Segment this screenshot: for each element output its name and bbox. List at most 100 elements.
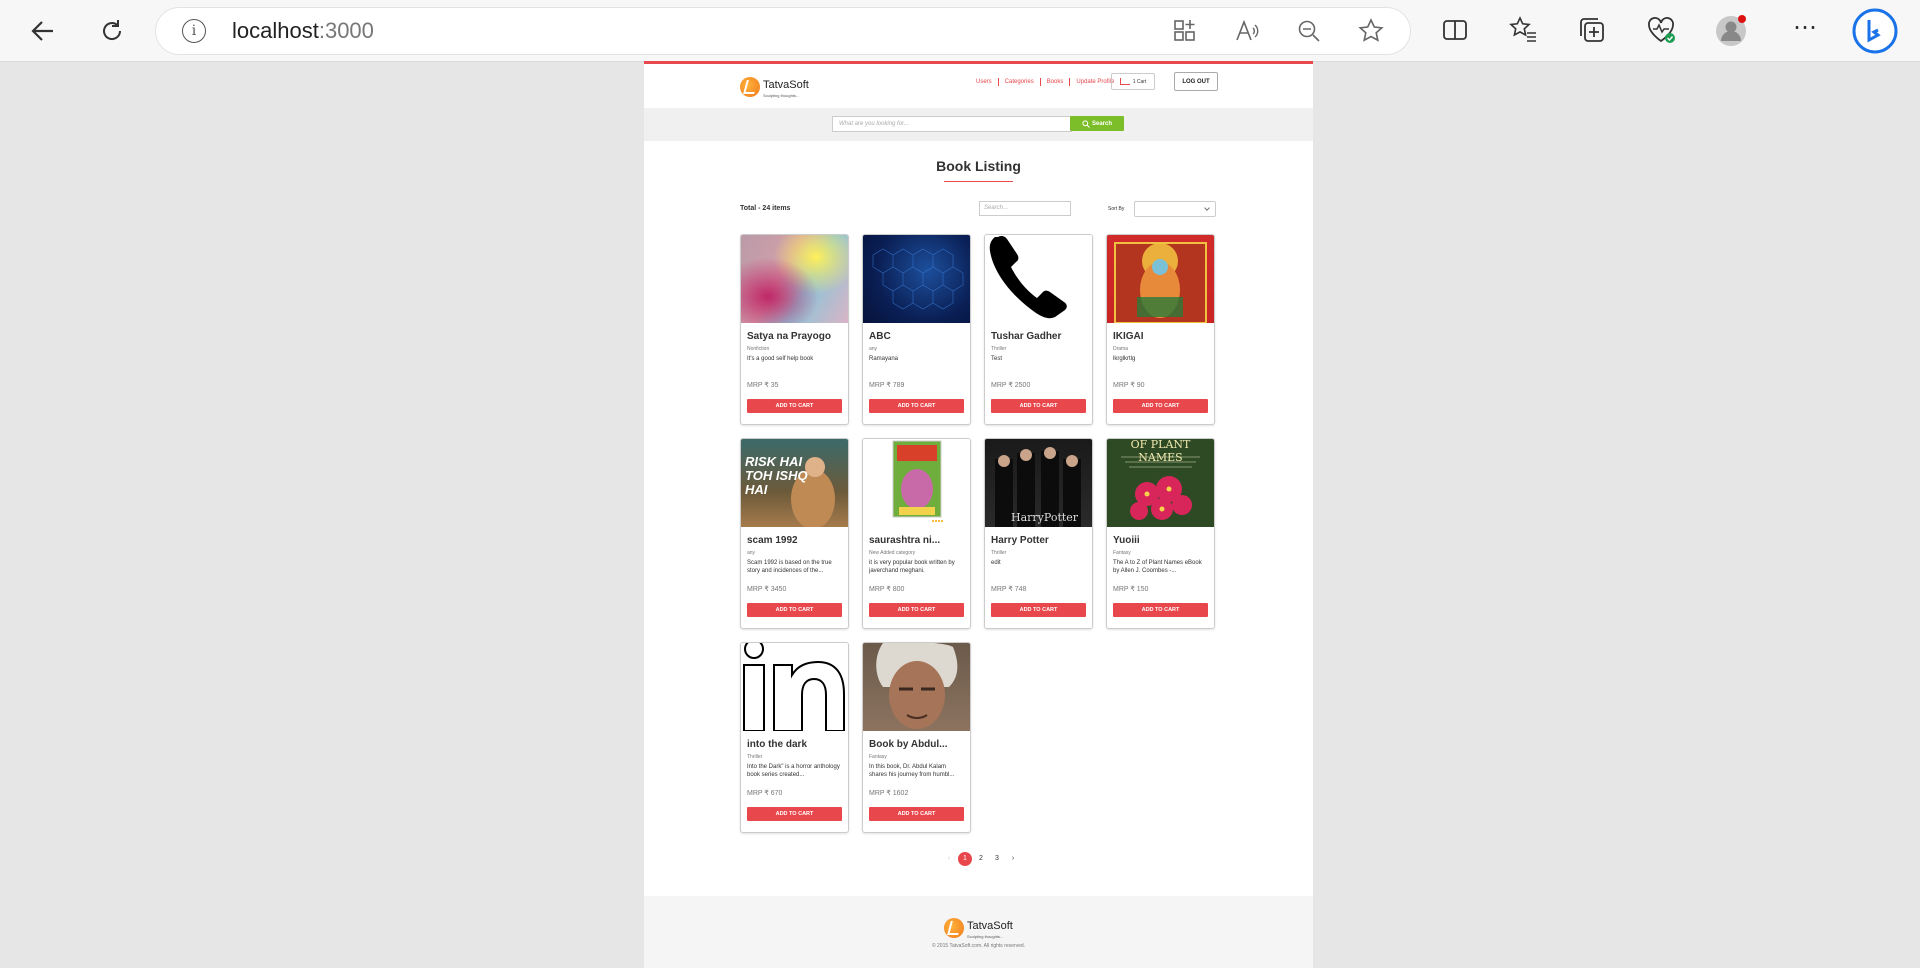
search-button-label: Search bbox=[1091, 120, 1112, 127]
browser-essentials-icon[interactable] bbox=[1645, 14, 1677, 46]
info-icon[interactable]: i bbox=[182, 19, 206, 43]
cart-icon bbox=[1119, 78, 1130, 85]
split-screen-icon[interactable] bbox=[1439, 14, 1471, 46]
bing-copilot-icon[interactable] bbox=[1852, 8, 1898, 54]
book-price: MRP ₹ 1602 bbox=[869, 790, 909, 797]
book-card: Book by Abdul... Fantasy In this book, D… bbox=[862, 642, 971, 833]
nav-users[interactable]: Users bbox=[970, 78, 999, 86]
book-title[interactable]: ABC bbox=[869, 331, 966, 342]
book-card: RISK HAI TOH ISHQ HAI scam 1992 any Scam… bbox=[740, 438, 849, 629]
nav-categories[interactable]: Categories bbox=[999, 78, 1041, 86]
footer-logo[interactable]: TatvaSoft Sculpting thoughts... bbox=[944, 916, 1013, 939]
read-aloud-icon[interactable] bbox=[1234, 18, 1260, 44]
book-title[interactable]: Satya na Prayogo bbox=[747, 331, 844, 342]
favorite-star-icon[interactable] bbox=[1358, 18, 1384, 44]
book-card: OF PLANT NAMES Yuoiii Fantasy The A to Z… bbox=[1106, 438, 1215, 629]
book-description: edit bbox=[991, 560, 1001, 566]
add-to-cart-button[interactable]: ADD TO CART bbox=[1113, 603, 1208, 617]
search-input[interactable]: What are you looking for... bbox=[832, 116, 1072, 132]
book-category: Thriller bbox=[991, 346, 1007, 352]
book-cover-image: HarryPotter bbox=[985, 439, 1092, 527]
site-header: TatvaSoft Sculpting thoughts... Users Ca… bbox=[644, 64, 1313, 108]
page-2-button[interactable]: 2 bbox=[974, 852, 988, 866]
add-to-cart-button[interactable]: ADD TO CART bbox=[747, 807, 842, 821]
book-card: IKIGAI Drama lkrglkrtlg MRP ₹ 90 ADD TO … bbox=[1106, 234, 1215, 425]
profile-avatar-icon[interactable] bbox=[1714, 14, 1746, 46]
book-cover-image: RISK HAI TOH ISHQ HAI bbox=[741, 439, 848, 527]
book-description: Ramayana bbox=[869, 356, 899, 362]
book-category: any bbox=[747, 550, 756, 556]
book-cover-image bbox=[863, 235, 970, 323]
listing-search-input[interactable]: Search... bbox=[979, 201, 1071, 216]
book-title[interactable]: into the dark bbox=[747, 739, 844, 750]
search-bar: What are you looking for... Search bbox=[644, 108, 1313, 141]
book-category: any bbox=[869, 346, 878, 352]
url-text[interactable]: localhost:3000 bbox=[232, 18, 374, 44]
cover-title-text: OF PLANT NAMES bbox=[1130, 439, 1191, 464]
site-logo[interactable]: TatvaSoft Sculpting thoughts... bbox=[740, 75, 809, 98]
add-to-cart-button[interactable]: ADD TO CART bbox=[747, 399, 842, 413]
logout-button[interactable]: LOG OUT bbox=[1174, 72, 1218, 91]
more-icon[interactable]: ⋯ bbox=[1789, 14, 1821, 46]
book-description: lkrglkrtlg bbox=[1113, 356, 1136, 362]
book-price: MRP ₹ 670 bbox=[747, 790, 783, 797]
book-cover-image bbox=[863, 439, 970, 527]
add-to-cart-button[interactable]: ADD TO CART bbox=[991, 399, 1086, 413]
book-category: Fantasy bbox=[869, 754, 887, 760]
page-1-button[interactable]: 1 bbox=[958, 852, 972, 866]
book-category: Fantasy bbox=[1113, 550, 1131, 556]
book-price: MRP ₹ 2500 bbox=[991, 382, 1031, 389]
book-title[interactable]: saurashtra ni... bbox=[869, 535, 966, 546]
add-to-cart-button[interactable]: ADD TO CART bbox=[747, 603, 842, 617]
book-description: It's a good self help book bbox=[747, 356, 814, 362]
book-price: MRP ₹ 3450 bbox=[747, 586, 787, 593]
book-cover-image bbox=[741, 235, 848, 323]
main-nav: Users Categories Books Update Profile bbox=[970, 78, 1120, 86]
book-card: Tushar Gadher Thriller Test MRP ₹ 2500 A… bbox=[984, 234, 1093, 425]
logo-icon bbox=[944, 917, 964, 938]
book-title[interactable]: scam 1992 bbox=[747, 535, 844, 546]
book-title[interactable]: Yuoiii bbox=[1113, 535, 1210, 546]
search-button[interactable]: Search bbox=[1070, 116, 1124, 131]
prev-page-button[interactable]: ‹ bbox=[942, 852, 956, 866]
next-page-button[interactable]: › bbox=[1006, 852, 1020, 866]
book-category: New Added category bbox=[869, 550, 916, 556]
cover-title-text: RISK HAI TOH ISHQ HAI bbox=[745, 454, 808, 497]
sort-select[interactable] bbox=[1134, 201, 1216, 217]
book-cover-image: OF PLANT NAMES bbox=[1107, 439, 1214, 527]
add-to-cart-button[interactable]: ADD TO CART bbox=[869, 399, 964, 413]
page-3-button[interactable]: 3 bbox=[990, 852, 1004, 866]
apps-icon[interactable] bbox=[1172, 18, 1198, 44]
back-icon[interactable] bbox=[24, 12, 62, 50]
add-to-cart-button[interactable]: ADD TO CART bbox=[869, 807, 964, 821]
book-description: Into the Dark" is a horror anthology boo… bbox=[747, 764, 840, 778]
book-category: Drama bbox=[1113, 346, 1129, 352]
copyright-text: © 2015 TatvaSoft.com. All rights reserve… bbox=[931, 943, 1026, 949]
book-cover-image bbox=[985, 235, 1092, 323]
cart-count: 1 bbox=[1132, 78, 1136, 85]
logo-icon bbox=[740, 76, 760, 97]
refresh-icon[interactable] bbox=[93, 12, 131, 50]
title-underline bbox=[944, 181, 1013, 182]
add-to-cart-button[interactable]: ADD TO CART bbox=[1113, 399, 1208, 413]
book-title[interactable]: Harry Potter bbox=[991, 535, 1088, 546]
address-bar[interactable]: i localhost:3000 bbox=[156, 8, 1410, 54]
book-description: Test bbox=[991, 356, 1003, 362]
add-to-cart-button[interactable]: ADD TO CART bbox=[991, 603, 1086, 617]
book-description: The A to Z of Plant Names eBook by Allen… bbox=[1113, 560, 1202, 574]
zoom-out-icon[interactable] bbox=[1296, 18, 1322, 44]
collections-icon[interactable] bbox=[1576, 14, 1608, 46]
book-title[interactable]: Tushar Gadher bbox=[991, 331, 1088, 342]
book-price: MRP ₹ 800 bbox=[869, 586, 905, 593]
book-cover-image bbox=[863, 643, 970, 731]
cart-button[interactable]: 1 Cart bbox=[1111, 73, 1155, 90]
add-to-cart-button[interactable]: ADD TO CART bbox=[869, 603, 964, 617]
browser-toolbar: i localhost:3000 ⋯ bbox=[0, 0, 1920, 62]
book-card: saurashtra ni... New Added category it i… bbox=[862, 438, 971, 629]
site-footer: TatvaSoft Sculpting thoughts... © 2015 T… bbox=[644, 896, 1313, 968]
favorites-icon[interactable] bbox=[1507, 14, 1539, 46]
book-cover-image bbox=[1107, 235, 1214, 323]
book-title[interactable]: IKIGAI bbox=[1113, 331, 1210, 342]
nav-books[interactable]: Books bbox=[1041, 78, 1071, 86]
book-title[interactable]: Book by Abdul... bbox=[869, 739, 966, 750]
